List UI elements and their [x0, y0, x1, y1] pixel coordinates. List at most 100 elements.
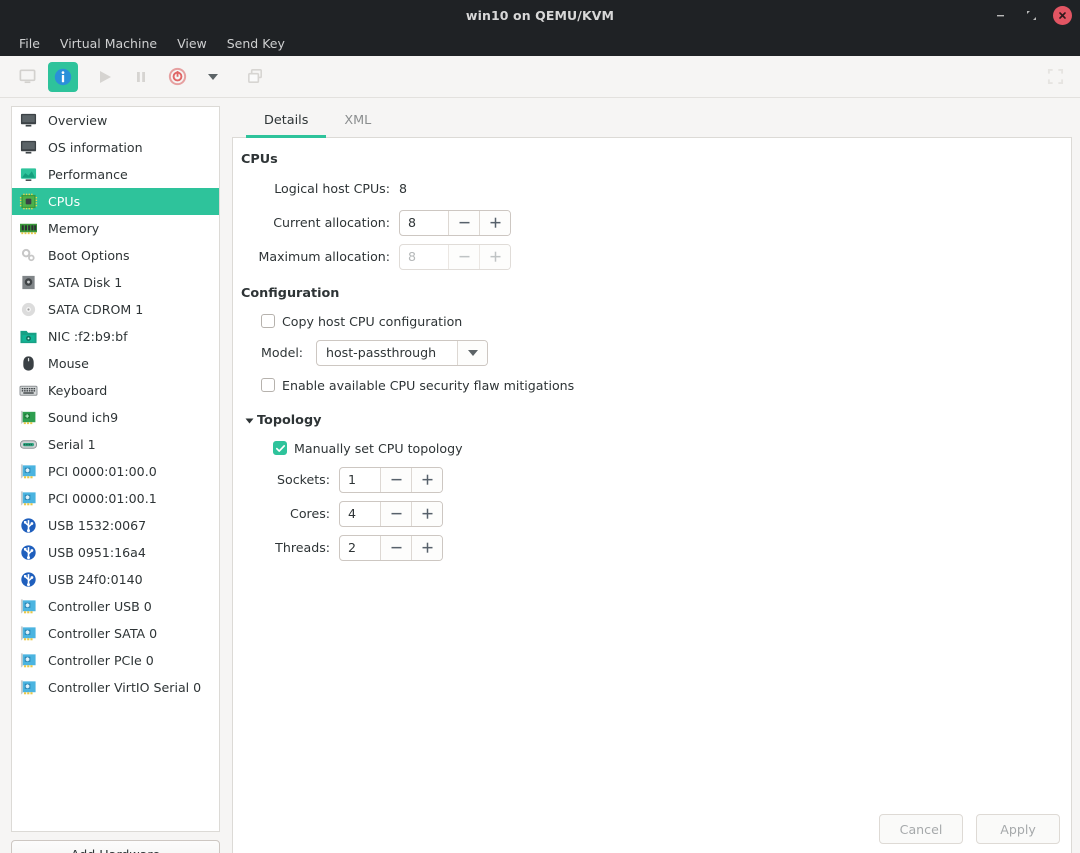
- add-hardware-button[interactable]: Add Hardware: [11, 840, 220, 853]
- close-icon[interactable]: [1053, 5, 1072, 25]
- cpu-model-dropdown[interactable]: host-passthrough: [316, 339, 488, 366]
- sidebar-item-label: SATA CDROM 1: [48, 302, 144, 317]
- sidebar-item-label: Serial 1: [48, 437, 96, 452]
- cancel-button[interactable]: Cancel: [879, 814, 963, 844]
- sidebar-item-sata-cdrom-1[interactable]: SATA CDROM 1: [12, 296, 219, 323]
- network-icon: [17, 327, 39, 347]
- cores-spinner[interactable]: [339, 500, 443, 527]
- cores-input[interactable]: [340, 501, 380, 526]
- sidebar-item-serial-1[interactable]: Serial 1: [12, 431, 219, 458]
- maximize-icon[interactable]: [1022, 6, 1041, 25]
- cpu-settings-form: CPUs Logical host CPUs: 8 Current alloca…: [233, 152, 1071, 561]
- sidebar-item-label: Boot Options: [48, 248, 130, 263]
- sidebar-item-label: NIC :f2:b9:bf: [48, 329, 128, 344]
- threads-spinner[interactable]: [339, 534, 443, 561]
- sidebar-item-usb-1532-0067[interactable]: USB 1532:0067: [12, 512, 219, 539]
- tab-xml[interactable]: XML: [326, 106, 389, 138]
- sidebar-item-memory[interactable]: Memory: [12, 215, 219, 242]
- snapshots-button[interactable]: [240, 62, 270, 92]
- sidebar-item-label: USB 1532:0067: [48, 518, 147, 533]
- cores-label: Cores:: [290, 506, 330, 521]
- window-controls: [991, 0, 1072, 30]
- copy-host-cpu-row: Copy host CPU configuration: [261, 309, 1071, 333]
- tab-details-label: Details: [264, 113, 309, 128]
- sidebar-item-pci-0000-01-00-0[interactable]: PCI 0000:01:00.0: [12, 458, 219, 485]
- threads-plus-button[interactable]: [411, 535, 442, 560]
- cpu-mitigations-checkbox[interactable]: [261, 378, 275, 392]
- pause-button[interactable]: [126, 62, 156, 92]
- sidebar-item-mouse[interactable]: Mouse: [12, 350, 219, 377]
- sidebar-item-usb-0951-16a4[interactable]: USB 0951:16a4: [12, 539, 219, 566]
- hardware-list[interactable]: Overview OS information Performance CPUs Mem…: [11, 106, 220, 832]
- cpu-model-chevron-down-icon[interactable]: [457, 340, 487, 365]
- sidebar-item-sound-ich9[interactable]: Sound ich9: [12, 404, 219, 431]
- run-button[interactable]: [90, 62, 120, 92]
- configuration-section-title: Configuration: [241, 286, 340, 301]
- sidebar-item-usb-24f0-0140[interactable]: USB 24f0:0140: [12, 566, 219, 593]
- sidebar-item-overview[interactable]: Overview: [12, 107, 219, 134]
- menu-file[interactable]: File: [9, 33, 50, 54]
- threads-minus-button[interactable]: [380, 535, 411, 560]
- add-hardware-label: Add Hardware: [71, 847, 160, 853]
- manual-topology-label[interactable]: Manually set CPU topology: [294, 441, 463, 456]
- cores-minus-button[interactable]: [380, 501, 411, 526]
- sidebar-item-cpus[interactable]: CPUs: [12, 188, 219, 215]
- current-allocation-minus-button[interactable]: [448, 210, 479, 235]
- cpu-mitigations-label[interactable]: Enable available CPU security flaw mitig…: [282, 378, 574, 393]
- show-console-button[interactable]: [12, 62, 42, 92]
- memory-stick-icon: [17, 219, 39, 239]
- usb-icon: [17, 516, 39, 536]
- sidebar-item-label: Overview: [48, 113, 108, 128]
- menu-send-key[interactable]: Send Key: [217, 33, 295, 54]
- shutdown-menu-button[interactable]: [198, 62, 228, 92]
- current-allocation-row: Current allocation:: [239, 209, 1071, 236]
- sockets-plus-button[interactable]: [411, 467, 442, 492]
- current-allocation-input[interactable]: [400, 210, 448, 235]
- sidebar-item-controller-usb-0[interactable]: Controller USB 0: [12, 593, 219, 620]
- cpu-mitigations-row: Enable available CPU security flaw mitig…: [261, 373, 1071, 397]
- tab-details[interactable]: Details: [246, 106, 327, 138]
- menu-virtual-machine[interactable]: Virtual Machine: [50, 33, 167, 54]
- sidebar-item-controller-virtio-serial-0[interactable]: Controller VirtIO Serial 0: [12, 674, 219, 701]
- copy-host-cpu-label[interactable]: Copy host CPU configuration: [282, 314, 462, 329]
- current-allocation-spinner[interactable]: [399, 209, 511, 236]
- sidebar-item-label: USB 24f0:0140: [48, 572, 143, 587]
- sockets-input[interactable]: [340, 467, 380, 492]
- sidebar-item-os-information[interactable]: OS information: [12, 134, 219, 161]
- copy-host-cpu-checkbox[interactable]: [261, 314, 275, 328]
- sockets-spinner[interactable]: [339, 466, 443, 493]
- sidebar-item-performance[interactable]: Performance: [12, 161, 219, 188]
- sidebar-item-label: Sound ich9: [48, 410, 119, 425]
- current-allocation-plus-button[interactable]: [479, 210, 510, 235]
- sidebar-item-controller-pcie-0[interactable]: Controller PCIe 0: [12, 647, 219, 674]
- apply-button[interactable]: Apply: [976, 814, 1060, 844]
- show-details-button[interactable]: [48, 61, 78, 92]
- usb-icon: [17, 570, 39, 590]
- cores-plus-button[interactable]: [411, 501, 442, 526]
- sidebar-item-label: Controller USB 0: [48, 599, 152, 614]
- threads-input[interactable]: [340, 535, 380, 560]
- tab-bar: Details XML: [232, 106, 1072, 138]
- logical-host-cpus-value: 8: [399, 181, 408, 196]
- menu-view[interactable]: View: [167, 33, 217, 54]
- fullscreen-icon[interactable]: [1044, 66, 1066, 88]
- sidebar-item-label: CPUs: [48, 194, 81, 209]
- sidebar-item-controller-sata-0[interactable]: Controller SATA 0: [12, 620, 219, 647]
- manual-topology-checkbox[interactable]: [273, 441, 287, 455]
- sidebar-item-label: Performance: [48, 167, 128, 182]
- sidebar-item-keyboard[interactable]: Keyboard: [12, 377, 219, 404]
- current-allocation-label: Current allocation:: [273, 215, 390, 230]
- sidebar-item-nic-f2-b9-bf[interactable]: NIC :f2:b9:bf: [12, 323, 219, 350]
- sockets-minus-button[interactable]: [380, 467, 411, 492]
- shutdown-button[interactable]: [162, 62, 192, 92]
- sidebar-item-boot-options[interactable]: Boot Options: [12, 242, 219, 269]
- gears-icon: [17, 246, 39, 266]
- cancel-label: Cancel: [899, 821, 943, 837]
- model-label: Model:: [261, 345, 304, 360]
- expander-triangle-icon: [245, 418, 254, 423]
- sidebar-item-sata-disk-1[interactable]: SATA Disk 1: [12, 269, 219, 296]
- sidebar-item-label: PCI 0000:01:00.0: [48, 464, 157, 479]
- sidebar-item-pci-0000-01-00-1[interactable]: PCI 0000:01:00.1: [12, 485, 219, 512]
- topology-section-header[interactable]: Topology: [245, 413, 1071, 428]
- minimize-icon[interactable]: [991, 6, 1010, 25]
